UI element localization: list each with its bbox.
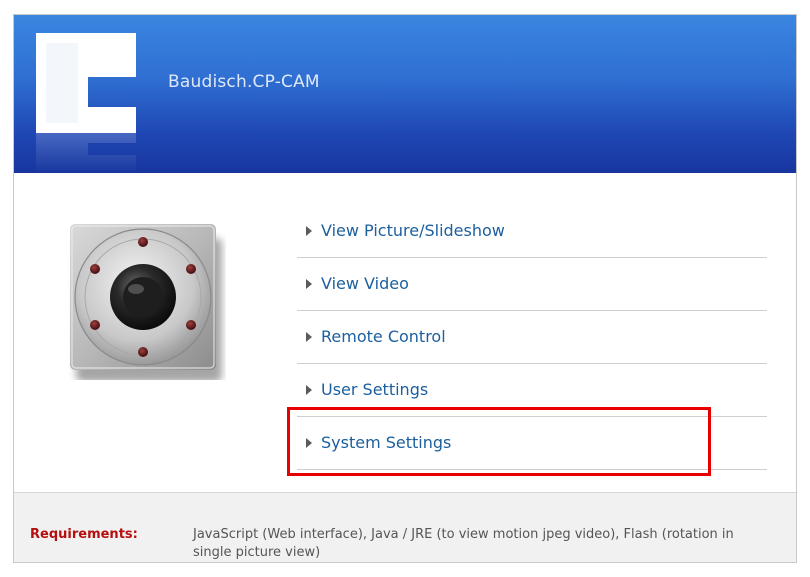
triangle-right-icon <box>306 438 312 448</box>
menu-item-label[interactable]: User Settings <box>321 380 428 399</box>
baudisch-logo-icon <box>36 33 136 133</box>
header-banner: Baudisch.CP-CAM <box>14 15 796 173</box>
logo-reflection <box>36 133 136 173</box>
triangle-right-icon <box>306 279 312 289</box>
main-menu: View Picture/Slideshow View Video Remote… <box>297 205 767 470</box>
menu-item-label[interactable]: Remote Control <box>321 327 446 346</box>
menu-item-view-picture-slideshow[interactable]: View Picture/Slideshow <box>297 205 767 258</box>
menu-item-label[interactable]: System Settings <box>321 433 451 452</box>
triangle-right-icon <box>306 332 312 342</box>
page-frame: Baudisch.CP-CAM View Picture/Slideshow V… <box>13 14 797 563</box>
menu-item-label[interactable]: View Video <box>321 274 409 293</box>
menu-item-label[interactable]: View Picture/Slideshow <box>321 221 505 240</box>
requirements-label: Requirements: <box>30 527 138 542</box>
requirements-text: JavaScript (Web interface), Java / JRE (… <box>193 527 734 560</box>
menu-item-view-video[interactable]: View Video <box>297 258 767 311</box>
menu-item-user-settings[interactable]: User Settings <box>297 364 767 417</box>
webcam-icon <box>70 224 222 380</box>
triangle-right-icon <box>306 385 312 395</box>
menu-item-remote-control[interactable]: Remote Control <box>297 311 767 364</box>
triangle-right-icon <box>306 226 312 236</box>
menu-item-system-settings[interactable]: System Settings <box>297 417 767 470</box>
brand-name: Baudisch.CP-CAM <box>168 72 320 92</box>
requirements-footer: Requirements: JavaScript (Web interface)… <box>14 492 796 562</box>
